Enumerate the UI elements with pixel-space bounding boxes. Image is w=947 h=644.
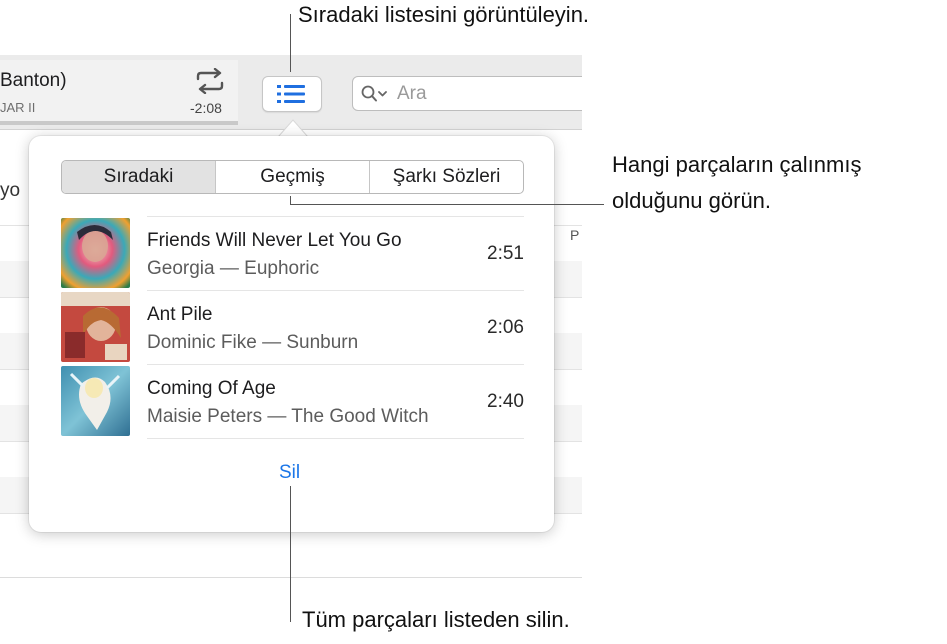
divider bbox=[147, 438, 524, 439]
track-artist-album: Georgia — Euphoric bbox=[147, 258, 320, 279]
now-playing-subtitle: JAR II bbox=[0, 100, 36, 115]
album-art bbox=[61, 366, 130, 436]
now-playing-progress[interactable] bbox=[0, 121, 238, 125]
callout-line bbox=[290, 196, 291, 204]
divider bbox=[0, 577, 582, 578]
callout-history-line2: olduğunu görün. bbox=[612, 188, 772, 213]
track-title: Ant Pile bbox=[147, 304, 213, 325]
track-title: Coming Of Age bbox=[147, 378, 276, 399]
list-item[interactable]: Ant Pile Dominic Fike — Sunburn 2:06 bbox=[61, 291, 524, 363]
list-icon bbox=[277, 85, 305, 103]
search-icon bbox=[361, 85, 387, 102]
callout-queue: Sıradaki listesini görüntüleyin. bbox=[298, 2, 590, 27]
track-duration: 2:06 bbox=[487, 317, 524, 338]
callout-history-line1: Hangi parçaların çalınmış bbox=[612, 152, 862, 177]
tab-lyrics[interactable]: Şarkı Sözleri bbox=[370, 161, 523, 193]
track-duration: 2:51 bbox=[487, 243, 524, 264]
callout-line bbox=[290, 14, 291, 72]
callout-line bbox=[290, 486, 291, 622]
tab-up-next[interactable]: Sıradaki bbox=[62, 161, 216, 193]
track-title: Friends Will Never Let You Go bbox=[147, 230, 402, 251]
track-artist-album: Maisie Peters — The Good Witch bbox=[147, 406, 429, 427]
up-next-button[interactable] bbox=[262, 76, 322, 112]
now-playing-panel[interactable]: Banton) JAR II -2:08 bbox=[0, 60, 238, 124]
up-next-popover: Sıradaki Geçmiş Şarkı Sözleri Friends Wi… bbox=[29, 136, 554, 532]
popover-arrow bbox=[278, 119, 308, 138]
now-playing-remaining-time: -2:08 bbox=[190, 100, 222, 116]
search-input[interactable] bbox=[395, 81, 579, 107]
list-item[interactable]: Coming Of Age Maisie Peters — The Good W… bbox=[61, 365, 524, 437]
callout-line bbox=[290, 204, 604, 205]
view-segmented-control: Sıradaki Geçmiş Şarkı Sözleri bbox=[61, 160, 524, 194]
repeat-icon[interactable] bbox=[193, 68, 227, 94]
callout-clear: Tüm parçaları listeden silin. bbox=[302, 607, 570, 632]
tab-history[interactable]: Geçmiş bbox=[216, 161, 370, 193]
clear-button[interactable]: Sil bbox=[279, 462, 300, 484]
column-header-fragment: yo bbox=[0, 180, 21, 201]
track-duration: 2:40 bbox=[487, 391, 524, 412]
search-field[interactable] bbox=[352, 76, 582, 111]
album-art bbox=[61, 218, 130, 288]
track-artist-album: Dominic Fike — Sunburn bbox=[147, 332, 359, 353]
list-item[interactable]: Friends Will Never Let You Go Georgia — … bbox=[61, 217, 524, 289]
now-playing-title: Banton) bbox=[0, 70, 67, 91]
album-art bbox=[61, 292, 130, 362]
